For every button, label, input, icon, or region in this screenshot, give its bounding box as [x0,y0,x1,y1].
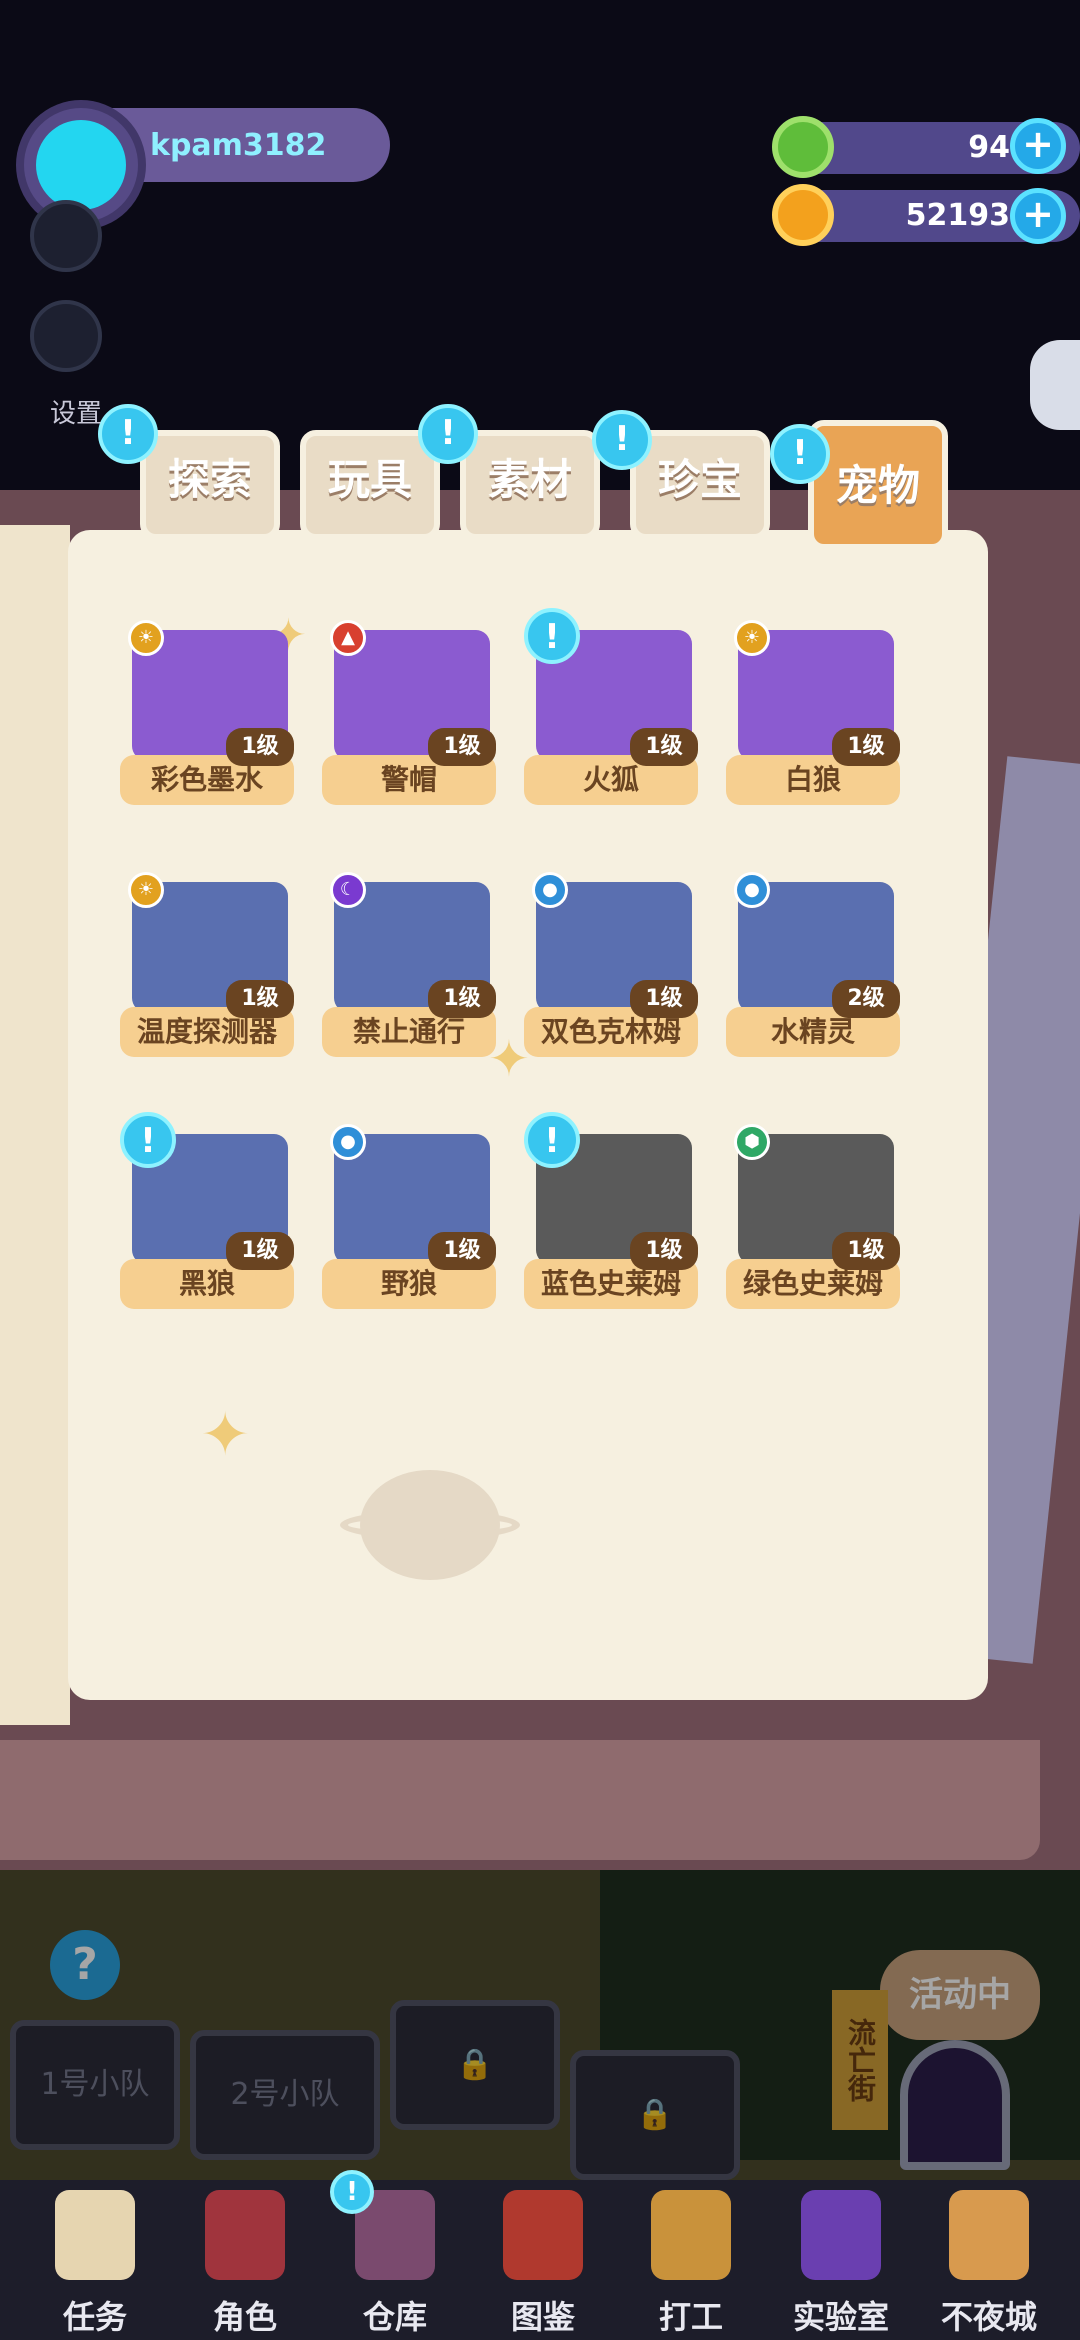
notification-icon: ! [770,424,830,484]
character-icon [205,2190,285,2280]
item-card[interactable]: 警帽 1级 ▲ [322,620,510,806]
water-element-icon: ● [330,1124,366,1160]
side-menu-handle-icon[interactable] [1030,340,1080,430]
notification-icon: ! [592,410,652,470]
water-element-icon: ● [734,872,770,908]
nav-label: 打工 [658,2298,723,2336]
nav-work[interactable]: 打工 [626,2180,756,2340]
item-card[interactable]: 彩色墨水 1级 ☀ [120,620,308,806]
water-element-icon: ● [532,872,568,908]
avatar[interactable] [36,120,126,210]
nav-character[interactable]: 角色 [180,2180,310,2340]
light-element-icon: ☀ [734,620,770,656]
notification-icon: ! [120,1112,176,1168]
nav-lab[interactable]: 实验室 [776,2180,906,2340]
tab-materials[interactable]: 素材 [460,430,600,540]
item-card[interactable]: 野狼 1级 ● [322,1124,510,1310]
item-card[interactable]: 黑狼 1级 ! [120,1112,308,1310]
light-element-icon: ☀ [128,872,164,908]
notification-icon: ! [524,1112,580,1168]
add-gems-button[interactable]: + [1010,118,1066,174]
flask-icon [801,2190,881,2280]
tab-toys[interactable]: 玩具 [300,430,440,540]
item-card[interactable]: 禁止通行 1级 ☾ [322,872,510,1058]
page-left-edge [0,525,70,1725]
light-element-icon: ☀ [128,620,164,656]
gear-icon[interactable] [30,300,102,372]
item-card[interactable]: 白狼 1级 ☀ [726,620,914,806]
arrow-up-icon[interactable] [30,200,102,272]
coin-planet-icon [772,184,834,246]
item-level: 1级 [832,728,900,766]
job-board-icon [651,2190,731,2280]
notification-icon: ! [330,2170,374,2214]
notification-icon: ! [524,608,580,664]
item-level: 1级 [630,980,698,1018]
nav-warehouse[interactable]: 仓库 ! [330,2170,460,2340]
item-card[interactable]: 绿色史莱姆 1级 ⬢ [726,1124,914,1310]
tab-pets[interactable]: 宠物 [808,420,948,550]
nav-label: 仓库 [362,2298,427,2336]
item-level: 1级 [226,728,294,766]
moon-element-icon: ☾ [330,872,366,908]
item-level: 1级 [428,980,496,1018]
nav-label: 图鉴 [510,2298,575,2336]
tab-explore[interactable]: 探索 [140,430,280,540]
gem-icon [772,116,834,178]
item-level: 1级 [226,980,294,1018]
item-level: 1级 [630,1232,698,1270]
book-icon [503,2190,583,2280]
nature-element-icon: ⬢ [734,1124,770,1160]
item-card[interactable]: 火狐 1级 ! [524,608,712,806]
item-level: 1级 [226,1232,294,1270]
sparkle-icon: ✦ [200,1400,251,1470]
nav-collection[interactable]: 图鉴 [478,2180,608,2340]
item-level: 1级 [832,1232,900,1270]
item-level: 1级 [630,728,698,766]
book-spine [0,1740,1040,1860]
username: kpam3182 [150,128,327,163]
cat-city-icon [949,2190,1029,2280]
planet-ring [340,1510,520,1540]
item-card[interactable]: 蓝色史莱姆 1级 ! [524,1112,712,1310]
notification-icon: ! [98,404,158,464]
fire-element-icon: ▲ [330,620,366,656]
item-level: 1级 [428,728,496,766]
nav-label: 任务 [62,2298,127,2336]
item-level: 1级 [428,1232,496,1270]
nav-nightcity[interactable]: 不夜城 [924,2180,1054,2340]
clipboard-icon [55,2190,135,2280]
nav-label: 不夜城 [940,2298,1037,2336]
item-card[interactable]: 水精灵 2级 ● [726,872,914,1058]
add-coins-button[interactable]: + [1010,188,1066,244]
item-card[interactable]: 温度探测器 1级 ☀ [120,872,308,1058]
notification-icon: ! [418,404,478,464]
nav-tasks[interactable]: 任务 [30,2180,160,2340]
settings-label: 设置 [50,399,103,429]
item-level: 2级 [832,980,900,1018]
item-card[interactable]: 双色克林姆 1级 ● [524,872,712,1058]
nav-label: 角色 [212,2298,277,2336]
nav-label: 实验室 [792,2298,889,2336]
